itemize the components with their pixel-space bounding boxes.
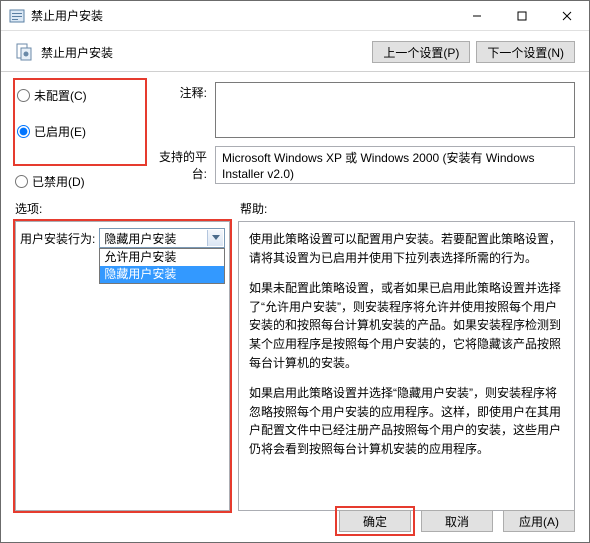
app-icon <box>9 8 25 24</box>
help-paragraph: 如果启用此策略设置并选择“隐藏用户安装”，则安装程序将忽略按照每个用户安装的应用… <box>249 384 564 458</box>
title-bar: 禁止用户安装 <box>1 1 589 31</box>
behavior-combo-value: 隐藏用户安装 <box>104 230 176 247</box>
minimize-button[interactable] <box>454 1 499 31</box>
behavior-combo-display[interactable]: 隐藏用户安装 <box>99 228 225 248</box>
maximize-button[interactable] <box>499 1 544 31</box>
behavior-label: 用户安装行为: <box>20 230 95 247</box>
divider <box>1 71 589 72</box>
combo-item-allow[interactable]: 允许用户安装 <box>100 249 224 266</box>
radio-enabled-label: 已启用(E) <box>34 123 86 140</box>
next-setting-button[interactable]: 下一个设置(N) <box>476 41 575 63</box>
radio-highlight: 未配置(C) 已启用(E) <box>15 80 145 164</box>
options-panel: 用户安装行为: 隐藏用户安装 允许用户安装 隐藏用户安装 <box>15 221 230 511</box>
behavior-combo-dropdown: 允许用户安装 隐藏用户安装 <box>99 248 225 284</box>
combo-item-hide[interactable]: 隐藏用户安装 <box>100 266 224 283</box>
radio-not-configured-label: 未配置(C) <box>34 87 87 104</box>
ok-button[interactable]: 确定 <box>339 510 411 532</box>
header: 禁止用户安装 上一个设置(P) 下一个设置(N) <box>1 31 589 71</box>
platform-value: Microsoft Windows XP 或 Windows 2000 (安装有… <box>215 146 575 184</box>
comment-input[interactable] <box>215 82 575 138</box>
radio-enabled-input[interactable] <box>17 125 30 138</box>
radio-disabled-input[interactable] <box>15 175 28 188</box>
footer: 确定 取消 应用(A) <box>339 510 575 532</box>
options-section-label: 选项: <box>15 200 240 217</box>
window-title: 禁止用户安装 <box>31 7 454 24</box>
radio-not-configured[interactable]: 未配置(C) <box>17 84 139 106</box>
chevron-down-icon <box>207 230 223 246</box>
platform-label: 支持的平台: <box>145 146 215 184</box>
prev-setting-button[interactable]: 上一个设置(P) <box>372 41 470 63</box>
apply-button[interactable]: 应用(A) <box>503 510 575 532</box>
radio-disabled[interactable]: 已禁用(D) <box>15 170 145 192</box>
help-section-label: 帮助: <box>240 200 267 217</box>
radio-disabled-label: 已禁用(D) <box>32 173 85 190</box>
close-button[interactable] <box>544 1 589 31</box>
radio-enabled[interactable]: 已启用(E) <box>17 120 139 142</box>
comment-label: 注释: <box>145 82 215 138</box>
policy-icon <box>15 43 33 61</box>
cancel-button[interactable]: 取消 <box>421 510 493 532</box>
radio-not-configured-input[interactable] <box>17 89 30 102</box>
help-paragraph: 使用此策略设置可以配置用户安装。若要配置此策略设置，请将其设置为已启用并使用下拉… <box>249 230 564 267</box>
help-panel: 使用此策略设置可以配置用户安装。若要配置此策略设置，请将其设置为已启用并使用下拉… <box>238 221 575 511</box>
help-paragraph: 如果未配置此策略设置，或者如果已启用此策略设置并选择了“允许用户安装”，则安装程… <box>249 279 564 372</box>
page-title: 禁止用户安装 <box>41 44 366 61</box>
behavior-combo[interactable]: 隐藏用户安装 允许用户安装 隐藏用户安装 <box>99 228 225 248</box>
